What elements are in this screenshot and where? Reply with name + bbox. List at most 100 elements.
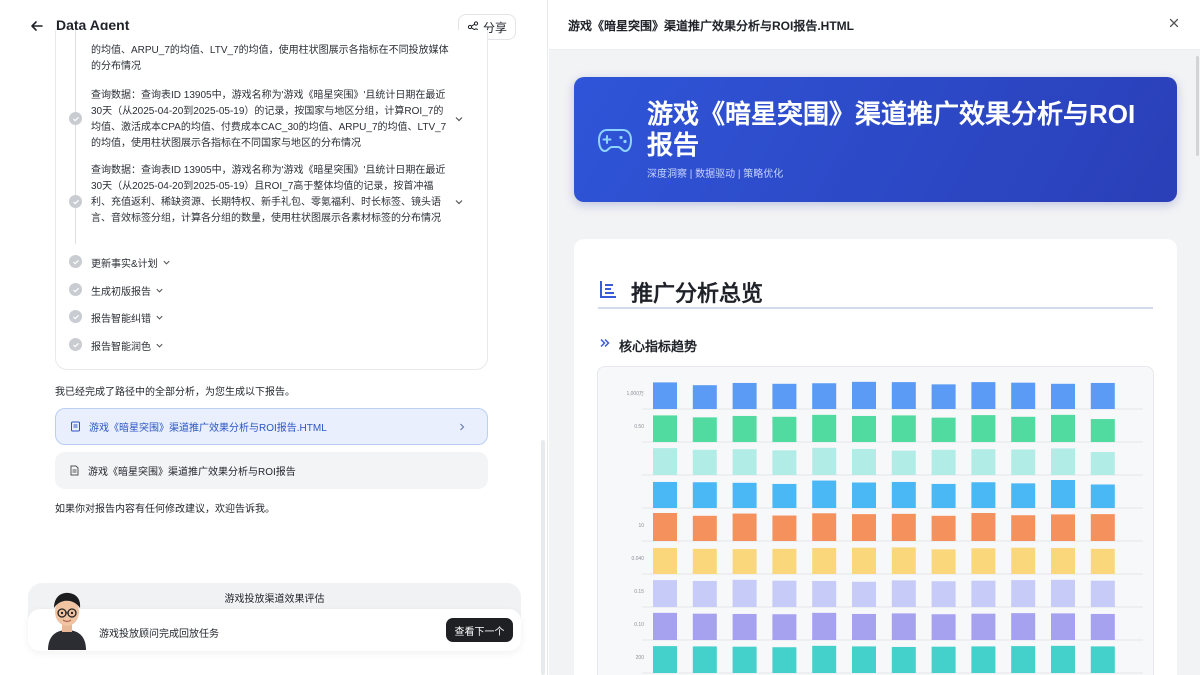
chart-bar[interactable] — [772, 647, 797, 673]
chart-bar[interactable] — [653, 448, 677, 475]
chart-bar[interactable] — [692, 613, 717, 640]
chart-bar[interactable] — [772, 515, 797, 541]
chart-bar[interactable] — [732, 513, 757, 541]
chart-bar[interactable] — [891, 580, 916, 607]
chart-bar[interactable] — [772, 383, 797, 409]
chart-bar[interactable] — [852, 514, 876, 541]
chart-bar[interactable] — [971, 548, 996, 574]
chart-bar[interactable] — [653, 612, 677, 640]
chart-bar[interactable] — [1011, 547, 1036, 574]
chart-bar[interactable] — [692, 417, 717, 442]
chart-bar[interactable] — [931, 646, 956, 673]
chart-bar[interactable] — [931, 417, 956, 442]
chart-bar[interactable] — [1011, 416, 1036, 442]
chart-bar[interactable] — [931, 515, 956, 541]
chart-bar[interactable] — [812, 414, 837, 442]
chat-scrollbar[interactable] — [541, 440, 545, 675]
chart-bar[interactable] — [971, 613, 996, 640]
chart-bar[interactable] — [653, 646, 677, 673]
chart-bar[interactable] — [852, 581, 876, 607]
chart-bar[interactable] — [852, 415, 876, 442]
chart-bar[interactable] — [812, 513, 837, 541]
chart-bar[interactable] — [891, 415, 916, 442]
chart-bar[interactable] — [1051, 414, 1075, 442]
chart-bar[interactable] — [891, 547, 916, 574]
chart-bar[interactable] — [1011, 382, 1036, 409]
chart-bar[interactable] — [891, 382, 916, 409]
chart-bar[interactable] — [971, 646, 996, 673]
chart-bar[interactable] — [1090, 452, 1115, 475]
chart-bar[interactable] — [772, 483, 797, 508]
chart-bar[interactable] — [732, 549, 757, 574]
chart-bar[interactable] — [653, 547, 677, 574]
chart-bar[interactable] — [931, 614, 956, 640]
back-arrow-icon[interactable] — [28, 17, 46, 35]
sub-step-update-facts[interactable]: 更新事实&计划 — [91, 255, 171, 270]
chevron-down-icon[interactable] — [454, 114, 464, 124]
chart-bar[interactable] — [1051, 547, 1075, 574]
chart-bar[interactable] — [732, 449, 757, 475]
chart-bar[interactable] — [692, 646, 717, 673]
chart-bar[interactable] — [812, 447, 837, 475]
chart-bar[interactable] — [852, 482, 876, 508]
chart-bar[interactable] — [812, 480, 837, 508]
chart-bar[interactable] — [1090, 646, 1115, 673]
chart-bar[interactable] — [971, 382, 996, 409]
chevron-down-icon[interactable] — [454, 197, 464, 207]
chart-bar[interactable] — [971, 580, 996, 607]
chart-bar[interactable] — [692, 385, 717, 409]
chart-bar[interactable] — [931, 483, 956, 508]
chart-bar[interactable] — [891, 646, 916, 673]
chart-bar[interactable] — [1090, 484, 1115, 508]
chart-bar[interactable] — [772, 450, 797, 475]
chart-bar[interactable] — [732, 613, 757, 640]
chart-bar[interactable] — [653, 481, 677, 508]
chart-bar[interactable] — [1090, 613, 1115, 640]
chart-bar[interactable] — [692, 515, 717, 541]
chart-bar[interactable] — [971, 513, 996, 541]
chart-bar[interactable] — [1051, 383, 1075, 409]
chart-bar[interactable] — [1051, 613, 1075, 640]
chart-bar[interactable] — [1051, 514, 1075, 541]
chart-bar[interactable] — [931, 449, 956, 475]
chart-bar[interactable] — [812, 580, 837, 607]
report-file-item[interactable]: 游戏《暗星突围》渠道推广效果分析与ROI报告 — [55, 452, 488, 489]
chart-bar[interactable] — [692, 548, 717, 574]
chart-bar[interactable] — [971, 482, 996, 508]
chart-bar[interactable] — [692, 482, 717, 508]
chart-bar[interactable] — [692, 580, 717, 607]
chart-bar[interactable] — [1011, 483, 1036, 508]
view-next-button[interactable]: 查看下一个 — [446, 618, 513, 642]
chart-bar[interactable] — [1011, 515, 1036, 541]
chart-bar[interactable] — [891, 613, 916, 640]
chart-bar[interactable] — [732, 382, 757, 409]
chart-bar[interactable] — [772, 416, 797, 442]
chart-bar[interactable] — [852, 646, 876, 673]
chart-bar[interactable] — [1011, 580, 1036, 607]
chart-bar[interactable] — [653, 415, 677, 442]
chart-bar[interactable] — [891, 450, 916, 475]
chart-bar[interactable] — [1051, 579, 1075, 607]
sub-step-draft-report[interactable]: 生成初版报告 — [91, 283, 164, 298]
chart-bar[interactable] — [931, 549, 956, 574]
sub-step-polish[interactable]: 报告智能润色 — [91, 338, 164, 353]
chart-bar[interactable] — [891, 513, 916, 541]
preview-scrollbar[interactable] — [1196, 56, 1199, 156]
chart-bar[interactable] — [812, 645, 837, 673]
chart-bar[interactable] — [852, 381, 876, 409]
chart-bar[interactable] — [812, 612, 837, 640]
chart-bar[interactable] — [653, 513, 677, 541]
chart-bar[interactable] — [732, 646, 757, 673]
chart-bar[interactable] — [1051, 645, 1075, 673]
chart-bar[interactable] — [653, 382, 677, 409]
chart-bar[interactable] — [772, 548, 797, 574]
chart-bar[interactable] — [732, 415, 757, 442]
chart-bar[interactable] — [812, 383, 837, 409]
chart-bar[interactable] — [1090, 580, 1115, 607]
chart-bar[interactable] — [931, 581, 956, 607]
chart-bar[interactable] — [891, 481, 916, 508]
chart-bar[interactable] — [1051, 448, 1075, 475]
chart-bar[interactable] — [852, 613, 876, 640]
chart-bar[interactable] — [1090, 548, 1115, 574]
chart-bar[interactable] — [1051, 480, 1075, 508]
